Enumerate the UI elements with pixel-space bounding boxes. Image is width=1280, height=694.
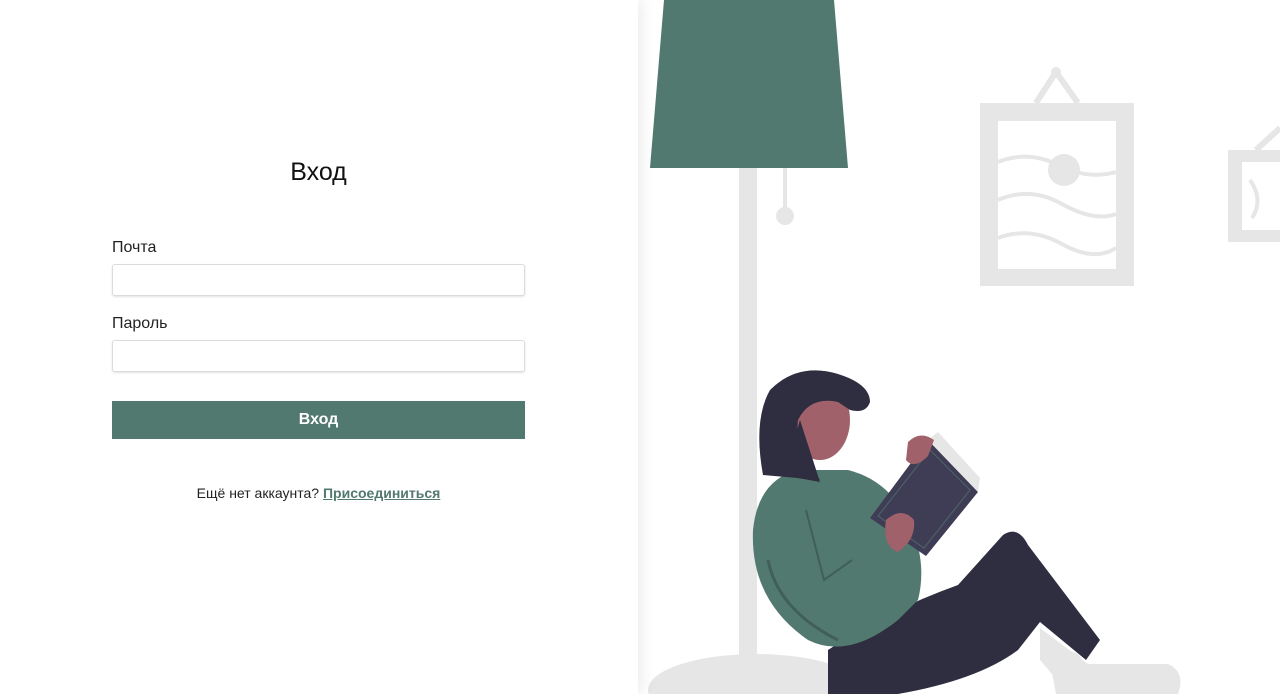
illustration-panel <box>638 0 1280 694</box>
no-account-text: Ещё нет аккаунта? <box>196 485 320 501</box>
picture-frame-icon <box>980 66 1134 286</box>
login-page: Вход Почта Пароль Вход Ещё нет аккаунта?… <box>0 0 1280 694</box>
email-field[interactable] <box>112 264 525 296</box>
login-button[interactable]: Вход <box>112 401 525 439</box>
reading-woman-icon <box>752 370 1181 694</box>
page-title: Вход <box>290 158 347 186</box>
signup-prompt: Ещё нет аккаунта? Присоединиться <box>112 485 525 501</box>
partial-frame-icon <box>1228 125 1280 242</box>
join-link[interactable]: Присоединиться <box>323 485 440 501</box>
email-label: Почта <box>112 239 157 256</box>
password-label: Пароль <box>112 315 168 332</box>
password-field[interactable] <box>112 340 525 372</box>
login-panel: Вход Почта Пароль Вход Ещё нет аккаунта?… <box>0 0 638 694</box>
woman-reading-under-lamp-illustration <box>648 0 1280 694</box>
